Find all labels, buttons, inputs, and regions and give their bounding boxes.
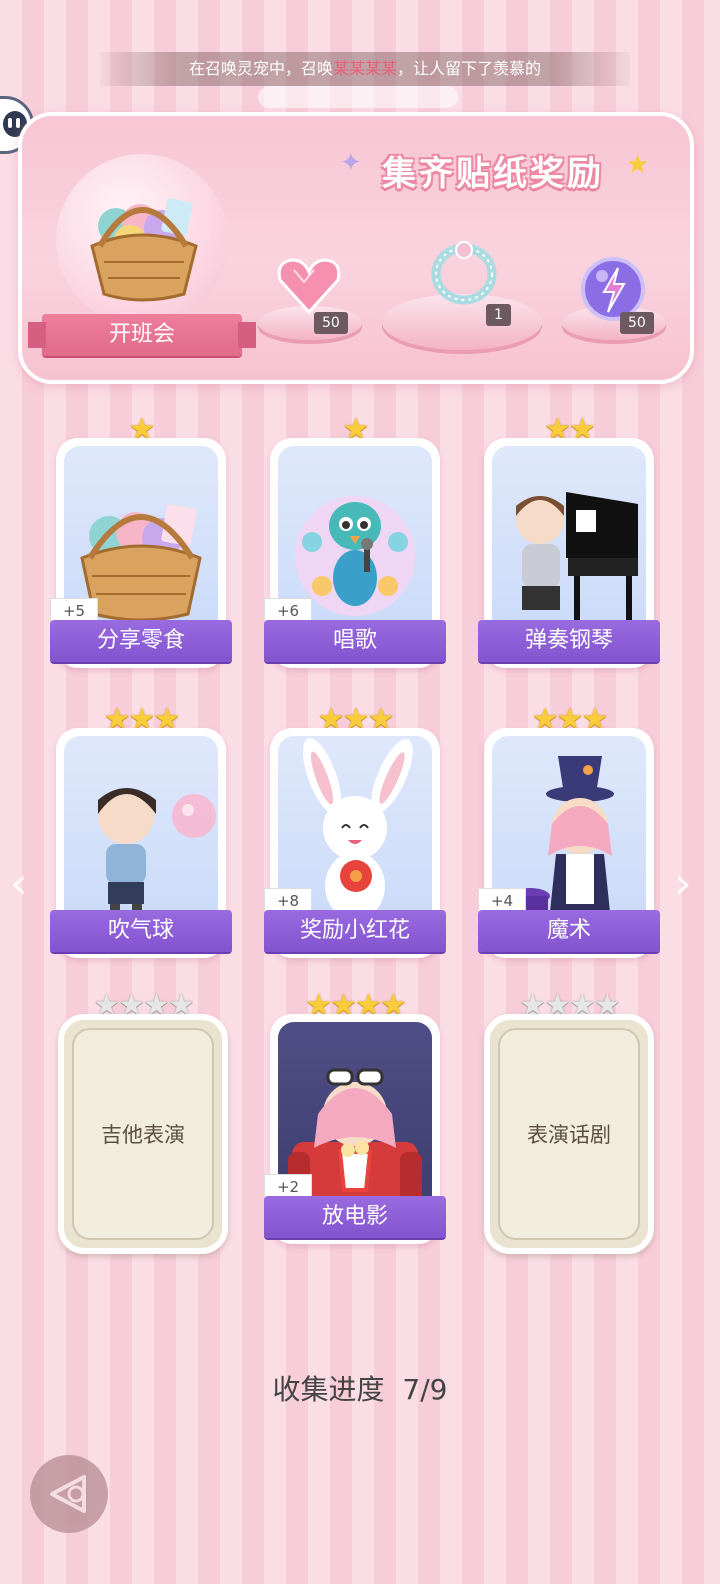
sticker-card[interactable]: ★★ 弹奏钢琴 — [478, 414, 660, 684]
reward-count: 50 — [314, 312, 348, 334]
star-deco-icon: ✦ — [340, 148, 362, 178]
sticker-label: 魔术 — [478, 910, 660, 952]
event-name-ribbon[interactable]: 开班会 — [28, 314, 256, 356]
sticker-label: 分享零食 — [50, 620, 232, 662]
progress-value: 7/9 — [402, 1373, 448, 1406]
progress-label: 收集进度 — [272, 1373, 385, 1406]
sticker-label: 唱歌 — [264, 620, 446, 662]
sticker-card[interactable]: ★ +6 唱歌 — [264, 414, 446, 684]
collection-progress: 收集进度 7/9 — [0, 1368, 720, 1408]
next-page-arrow-icon[interactable]: › — [674, 858, 692, 909]
sticker-label: 表演话剧 — [498, 1028, 640, 1240]
sticker-reward-banner: ✦ 集齐贴纸奖励 ★ 开班会 50 1 50 — [18, 112, 694, 384]
sticker-label: 吉他表演 — [72, 1028, 214, 1240]
sticker-card[interactable]: ★★★★ +2 放电影 — [264, 990, 446, 1260]
sticker-label: 放电影 — [264, 1196, 446, 1238]
marquee-suffix: ，让人留下了羡慕的 — [397, 59, 542, 78]
sticker-card[interactable]: ★★★ +8 奖励小红花 — [264, 704, 446, 974]
prev-page-arrow-icon[interactable]: ‹ — [10, 858, 28, 909]
event-basket-icon[interactable] — [56, 154, 228, 326]
pink-heart-gem-icon[interactable] — [274, 256, 344, 316]
sticker-card[interactable]: ★★★ 吹气球 — [50, 704, 232, 974]
announcement-marquee: 在召唤灵宠中，召唤某某某某，让人留下了羡慕的 — [100, 52, 630, 86]
sticker-label: 吹气球 — [50, 910, 232, 952]
sticker-card[interactable]: ★ +5 分享零食 — [50, 414, 232, 684]
sticker-card-locked[interactable]: ★★★★ 吉他表演 — [58, 990, 228, 1260]
sticker-card-locked[interactable]: ★★★★ 表演话剧 — [484, 990, 654, 1260]
reward-count: 50 — [620, 312, 654, 334]
sticker-card[interactable]: ★★★ +4 魔术 — [478, 704, 660, 974]
sticker-label: 奖励小红花 — [264, 910, 446, 952]
marquee-prefix: 在召唤灵宠中，召唤 — [188, 59, 333, 78]
banner-title: 集齐贴纸奖励 — [382, 154, 604, 194]
star-deco-icon: ★ — [626, 150, 650, 180]
sticker-label: 弹奏钢琴 — [478, 620, 660, 662]
back-arrow-icon — [50, 1475, 86, 1513]
marquee-highlight: 某某某某 — [332, 59, 397, 78]
crystal-ring-icon[interactable] — [426, 236, 502, 306]
back-button[interactable] — [30, 1455, 108, 1533]
reward-count: 1 — [486, 304, 511, 326]
marquee-sub-bar — [258, 86, 458, 108]
